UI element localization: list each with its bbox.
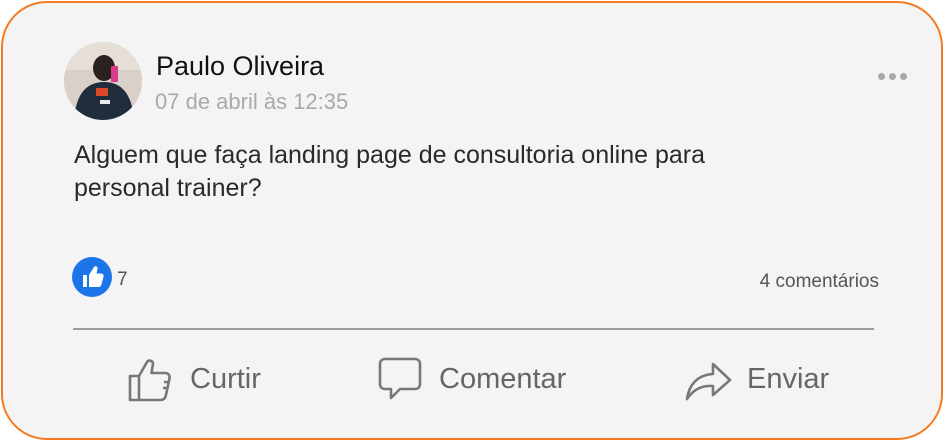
more-horizontal-icon-dot — [899, 72, 907, 80]
share-arrow-icon — [683, 355, 733, 403]
like-count[interactable]: 7 — [117, 269, 128, 291]
avatar[interactable] — [64, 42, 142, 120]
comment-button-label: Comentar — [439, 362, 567, 395]
speech-bubble-icon — [377, 355, 423, 403]
post-card: Paulo Oliveira 07 de abril às 12:35 Algu… — [1, 1, 943, 440]
avatar-photo — [64, 42, 142, 120]
author-name[interactable]: Paulo Oliveira — [156, 51, 324, 82]
share-button-label: Enviar — [747, 362, 830, 395]
comment-button[interactable]: Comentar — [377, 351, 566, 407]
post-timestamp[interactable]: 07 de abril às 12:35 — [155, 89, 348, 115]
more-horizontal-icon — [877, 72, 885, 80]
like-button-label: Curtir — [190, 362, 261, 395]
divider — [73, 328, 874, 330]
thumbs-up-icon — [126, 355, 174, 403]
comment-count[interactable]: 4 comentários — [703, 271, 879, 293]
share-button[interactable]: Enviar — [683, 351, 829, 407]
more-options-button[interactable] — [873, 65, 911, 87]
like-reaction-icon[interactable] — [72, 257, 112, 297]
like-button[interactable]: Curtir — [126, 351, 261, 407]
post-text: Alguem que faça landing page de consulto… — [74, 141, 706, 202]
more-horizontal-icon-dot — [888, 72, 896, 80]
